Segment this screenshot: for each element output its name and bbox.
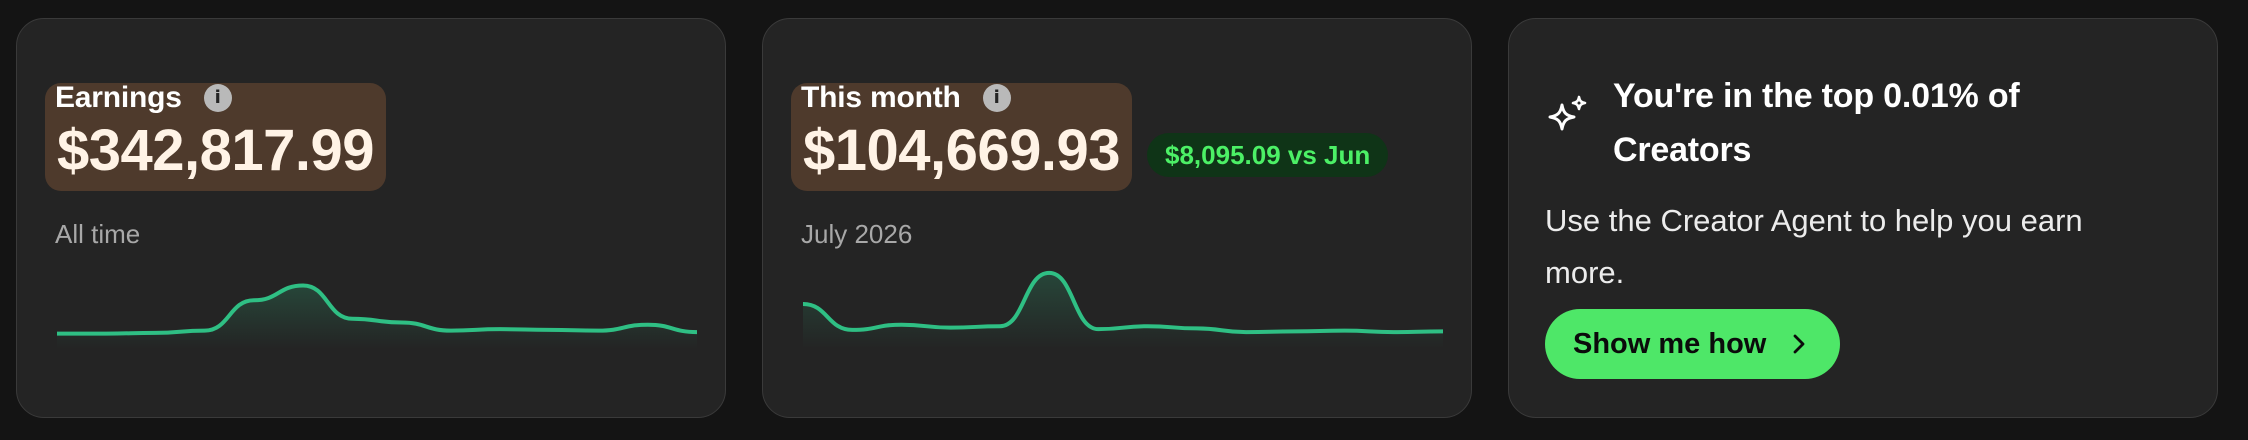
month-label: This month — [801, 81, 961, 114]
sparkline-area — [803, 272, 1443, 349]
earnings-card: $342,817.99 Earnings i All time — [16, 18, 726, 418]
info-icon[interactable]: i — [203, 84, 232, 112]
month-amount: $104,669.93 — [803, 117, 1121, 183]
earnings-sparkline — [57, 259, 697, 349]
sparkline-area — [57, 285, 697, 349]
show-me-how-button[interactable]: Show me how — [1545, 309, 1841, 379]
creator-agent-promo-card: You're in the top 0.01% of Creators Use … — [1508, 18, 2218, 418]
sparkle-icon — [1548, 95, 1587, 131]
promo-title: You're in the top 0.01% of Creators — [1613, 77, 2020, 169]
month-sublabel: July 2026 — [801, 219, 913, 249]
earnings-sublabel: All time — [55, 219, 141, 249]
chevron-right-icon — [1793, 334, 1805, 354]
month-sparkline — [803, 259, 1443, 349]
promo-body: Use the Creator Agent to help you earn m… — [1545, 203, 2083, 290]
this-month-card: $104,669.93 This month i $8,095.09 vs Ju… — [762, 18, 1472, 418]
month-label-row: This month i — [801, 81, 1011, 115]
info-icon[interactable]: i — [982, 84, 1011, 112]
stats-row: $342,817.99 Earnings i All time $104,669… — [0, 0, 2248, 440]
show-me-how-label: Show me how — [1573, 327, 1767, 360]
sparkline-line — [803, 273, 1443, 332]
earnings-amount: $342,817.99 — [57, 117, 375, 183]
earnings-label: Earnings — [55, 81, 182, 114]
earnings-label-row: Earnings i — [55, 81, 232, 115]
month-delta-badge: $8,095.09 vs Jun — [1147, 133, 1389, 177]
